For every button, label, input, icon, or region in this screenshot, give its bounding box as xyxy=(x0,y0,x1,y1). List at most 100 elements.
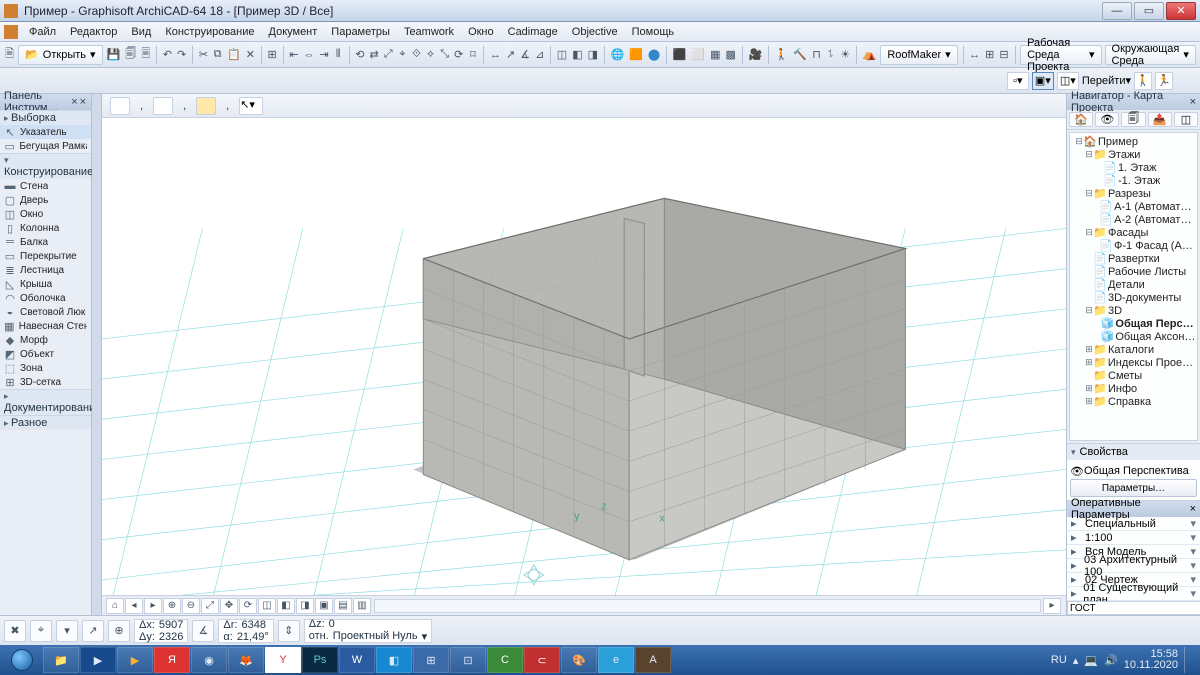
measure-2-button[interactable]: ↗ xyxy=(505,45,516,65)
align-right-button[interactable]: ⇥ xyxy=(318,45,329,65)
tree-node[interactable]: ⊞📁Каталоги xyxy=(1070,343,1197,356)
tree-node[interactable]: 📄1. Этаж xyxy=(1070,161,1197,174)
taskbar-app-1[interactable]: ▶ xyxy=(80,647,116,673)
tree-node[interactable]: ⊞📁Инфо xyxy=(1070,382,1197,395)
modify-3-button[interactable]: ⤢ xyxy=(383,45,394,65)
section-design[interactable]: ▾ Конструирование xyxy=(0,153,91,179)
hammer-button[interactable]: 🔨 xyxy=(792,45,808,65)
vb-end[interactable]: ▸ xyxy=(1043,598,1061,614)
stair-tool-button[interactable]: ⥍ xyxy=(825,45,836,65)
distribute-button[interactable]: ⫴ xyxy=(333,45,344,65)
tool-навесная-стена[interactable]: ▦Навесная Стена xyxy=(0,319,91,333)
coord-z[interactable]: ⇕ xyxy=(278,620,300,642)
quick-option-row[interactable]: ▸1:100▾ xyxy=(1067,531,1200,545)
nav-btn-views[interactable]: 👁 xyxy=(1095,112,1119,127)
taskbar-photoshop[interactable]: Ps xyxy=(302,647,338,673)
menu-teamwork[interactable]: Teamwork xyxy=(397,24,461,40)
palette-pin-icon[interactable]: × xyxy=(79,96,87,108)
taskbar-app-4[interactable]: ◧ xyxy=(376,647,412,673)
menu-edit[interactable]: Редактор xyxy=(63,24,124,40)
coord-toggle-1[interactable]: ✖ xyxy=(4,620,26,642)
tree-node[interactable]: 📄-1. Этаж xyxy=(1070,174,1197,187)
tray-volume-icon[interactable]: 🔊 xyxy=(1104,654,1118,667)
tool-бегущая-рамка[interactable]: ▭Бегущая Рамка xyxy=(0,139,91,153)
modify-9-button[interactable]: ⌑ xyxy=(467,45,478,65)
menu-document[interactable]: Документ xyxy=(262,24,325,40)
coord-axes[interactable]: ↗ xyxy=(82,620,104,642)
new-doc-button[interactable]: 🗎 xyxy=(4,45,15,65)
tray-network-icon[interactable]: 💻 xyxy=(1084,654,1098,667)
person-button[interactable]: 🚶 xyxy=(774,45,790,65)
tool-окно[interactable]: ◫Окно xyxy=(0,207,91,221)
beam-tool-button[interactable]: ⊓ xyxy=(811,45,822,65)
tree-node[interactable]: 📄Развертки xyxy=(1070,252,1197,265)
tool-световой-люк[interactable]: ◒Световой Люк xyxy=(0,305,91,319)
camera-button[interactable]: 🎥 xyxy=(747,45,763,65)
tool-оболочка[interactable]: ◠Оболочка xyxy=(0,291,91,305)
redo-button[interactable]: ↷ xyxy=(176,45,187,65)
tool-крыша[interactable]: ◺Крыша xyxy=(0,277,91,291)
taskbar-app-10[interactable]: e xyxy=(598,647,634,673)
tray-up-icon[interactable]: ▴ xyxy=(1073,654,1079,667)
measure-1-button[interactable]: ↔ xyxy=(489,45,502,65)
info-opt-1[interactable] xyxy=(110,97,130,115)
menu-objective[interactable]: Objective xyxy=(565,24,625,40)
minimize-button[interactable]: — xyxy=(1102,2,1132,20)
viewport-3d[interactable]: y x z xyxy=(102,118,1066,595)
tool-колонна[interactable]: ▯Колонна xyxy=(0,221,91,235)
tree-node[interactable]: 📁Сметы xyxy=(1070,369,1197,382)
coord-drop[interactable]: ▾ xyxy=(56,620,78,642)
undo-button[interactable]: ↶ xyxy=(162,45,173,65)
modify-6-button[interactable]: ⟡ xyxy=(425,45,436,65)
tree-node[interactable]: ⊟📁3D xyxy=(1070,304,1197,317)
taskbar-archicad[interactable]: A xyxy=(635,647,671,673)
workspace-env-dropdown[interactable]: Окружающая Среда▾ xyxy=(1105,45,1196,65)
taskbar-app-2[interactable]: ▶ xyxy=(117,647,153,673)
tool-указатель[interactable]: ↖Указатель xyxy=(0,125,91,139)
run-button[interactable]: 🏃 xyxy=(1155,72,1173,90)
show-desktop-button[interactable] xyxy=(1184,647,1192,673)
navigator-tree[interactable]: ⊟🏠Пример⊟📁Этажи📄1. Этаж📄-1. Этаж⊟📁Разрез… xyxy=(1069,132,1198,441)
taskbar-app-9[interactable]: 🎨 xyxy=(561,647,597,673)
nav-btn-layouts[interactable]: 🗐 xyxy=(1121,112,1145,127)
paste-button[interactable]: 📋 xyxy=(226,45,242,65)
quick-option-row[interactable]: ▸03 Архитектурный 100▾ xyxy=(1067,559,1200,573)
cube-button[interactable]: 🟧 xyxy=(628,45,644,65)
coord-angle[interactable]: ∡ xyxy=(192,620,214,642)
vb-2[interactable]: ⊖ xyxy=(182,598,200,614)
view-opt-2[interactable]: ▣▾ xyxy=(1032,72,1054,90)
quick-option-row[interactable]: ▸01 Существующий план▾ xyxy=(1067,587,1200,601)
vb-7[interactable]: ◧ xyxy=(277,598,295,614)
vb-1[interactable]: ⊕ xyxy=(163,598,181,614)
menu-help[interactable]: Помощь xyxy=(625,24,682,40)
coord-lock[interactable]: ⊕ xyxy=(108,620,130,642)
tree-node[interactable]: ⊞📁Справка xyxy=(1070,395,1197,408)
vb-next[interactable]: ▸ xyxy=(144,598,162,614)
menu-design[interactable]: Конструирование xyxy=(158,24,261,40)
tree-node[interactable]: 📄3D-документы xyxy=(1070,291,1197,304)
taskbar-word[interactable]: W xyxy=(339,647,375,673)
quick-options-close-icon[interactable]: × xyxy=(1190,503,1196,515)
tree-node[interactable]: 📄Детали xyxy=(1070,278,1197,291)
taskbar-app-8[interactable]: ⊂ xyxy=(524,647,560,673)
section-more[interactable]: ▸ Разное xyxy=(0,415,91,430)
copy-button[interactable]: ⧉ xyxy=(212,45,223,65)
taskbar-explorer[interactable]: 📁 xyxy=(43,647,79,673)
walk-button[interactable]: 🚶 xyxy=(1134,72,1152,90)
tree-node[interactable]: ⊟📁Фасады xyxy=(1070,226,1197,239)
navigator-close-icon[interactable]: × xyxy=(1190,96,1196,108)
vb-home[interactable]: ⌂ xyxy=(106,598,124,614)
properties-settings-button[interactable]: Параметры… xyxy=(1070,479,1197,497)
document-tabstrip[interactable] xyxy=(92,94,102,615)
tray-clock[interactable]: 15:5810.11.2020 xyxy=(1124,649,1178,671)
palette-close-icon[interactable]: × xyxy=(70,96,78,108)
menu-cadimage[interactable]: Cadimage xyxy=(501,24,565,40)
tool-балка[interactable]: ═Балка xyxy=(0,235,91,249)
delete-button[interactable]: ✕ xyxy=(245,45,256,65)
dim-3-button[interactable]: ⊟ xyxy=(998,45,1009,65)
nav-btn-publisher[interactable]: 📤 xyxy=(1148,112,1172,127)
tree-node[interactable]: 📄Ф-1 Фасад (Автоматическо xyxy=(1070,239,1197,252)
vb-prev[interactable]: ◂ xyxy=(125,598,143,614)
tree-node[interactable]: 🧊Общая Аксонометрия xyxy=(1070,330,1197,343)
tray-lang[interactable]: RU xyxy=(1051,654,1067,666)
